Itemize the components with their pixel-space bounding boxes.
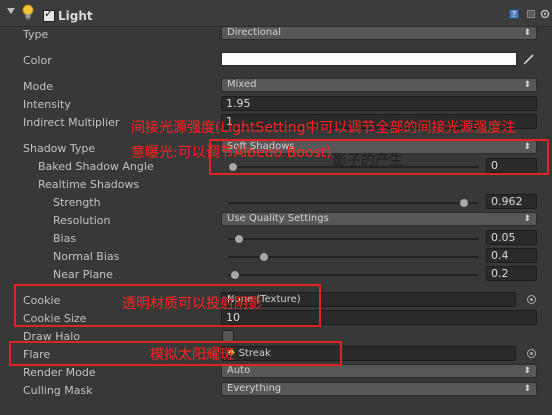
flare-note: 模拟太阳耀斑	[150, 347, 234, 363]
mode-dropdown[interactable]: Mixed	[221, 78, 537, 92]
mode-label: Mode	[23, 80, 53, 93]
normal-bias-field[interactable]: 0.4	[486, 248, 537, 263]
light-bulb-icon	[22, 4, 34, 20]
settings-gear-icon[interactable]	[540, 9, 550, 19]
indirect-note-line1: 间接光源强度(LightSetting中可以调节全部的间接光源强度注	[131, 120, 516, 136]
cookie-note: 透明材质可以投射阴影	[122, 296, 262, 312]
render-mode-dropdown[interactable]: Auto	[221, 364, 537, 378]
strength-field[interactable]: 0.962	[486, 194, 537, 209]
bias-label: Bias	[53, 232, 77, 245]
svg-text:?: ?	[512, 10, 516, 19]
preset-icon[interactable]	[526, 9, 536, 19]
eyedropper-icon[interactable]	[522, 52, 536, 66]
strength-slider[interactable]	[458, 198, 469, 208]
strength-track	[228, 202, 478, 204]
normal-bias-slider[interactable]	[259, 252, 270, 262]
component-enabled-checkbox[interactable]	[43, 7, 55, 22]
intensity-label: Intensity	[23, 98, 71, 111]
bias-track	[228, 238, 478, 240]
color-label: Color	[23, 54, 52, 67]
culling-mask-dropdown[interactable]: Everything	[221, 382, 537, 396]
color-swatch[interactable]	[221, 52, 517, 66]
strength-label: Strength	[53, 196, 101, 209]
render-mode-label: Render Mode	[23, 366, 96, 379]
culling-mask-label: Culling Mask	[23, 384, 93, 397]
intensity-field[interactable]: 1.95	[221, 96, 537, 111]
cookie-object-picker-icon[interactable]	[527, 295, 536, 304]
near-plane-slider[interactable]	[230, 270, 241, 280]
shadow-note: 影子的产生	[333, 153, 403, 169]
type-label: Type	[23, 28, 49, 41]
component-title: Light	[58, 9, 93, 23]
bias-slider[interactable]	[234, 234, 244, 244]
resolution-dropdown[interactable]: Use Quality Settings	[221, 212, 537, 226]
help-icon[interactable]: ?	[509, 9, 519, 19]
foldout-arrow-icon[interactable]	[7, 8, 15, 14]
normal-bias-label: Normal Bias	[53, 250, 120, 263]
realtime-shadows-label: Realtime Shadows	[38, 178, 140, 191]
near-plane-label: Near Plane	[53, 268, 113, 281]
type-dropdown[interactable]: Directional	[221, 26, 537, 40]
resolution-label: Resolution	[53, 214, 111, 227]
near-plane-track	[228, 274, 478, 276]
bias-field[interactable]: 0.05	[486, 230, 537, 245]
flare-object-picker-icon[interactable]	[527, 349, 536, 358]
component-header: Light ?	[0, 0, 552, 27]
indirect-multiplier-label: Indirect Multiplier	[23, 116, 120, 129]
shadow-type-label: Shadow Type	[23, 142, 96, 155]
near-plane-field[interactable]: 0.2	[486, 266, 537, 281]
